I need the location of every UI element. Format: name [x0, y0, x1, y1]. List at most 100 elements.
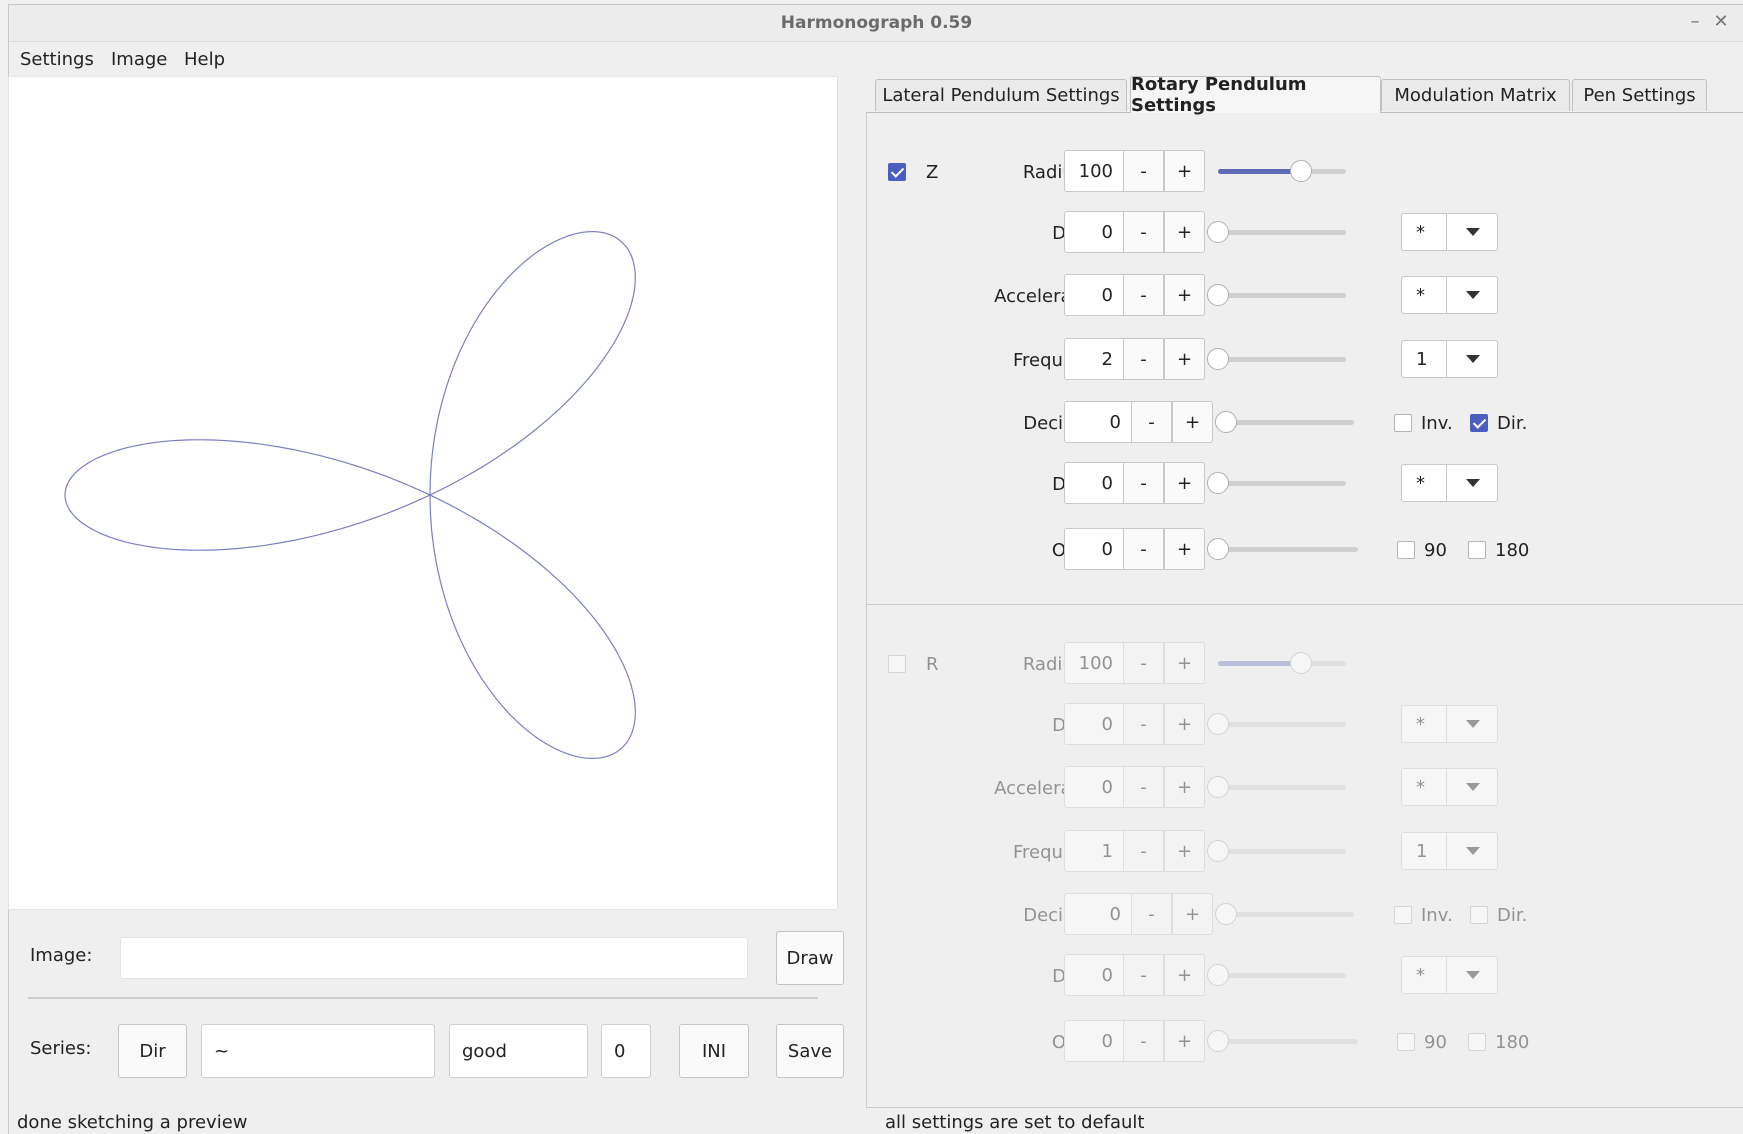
increment-button[interactable]: + — [1164, 211, 1205, 253]
increment-button[interactable]: + — [1164, 338, 1205, 380]
decrement-button[interactable]: - — [1123, 642, 1164, 684]
chevron-down-icon[interactable] — [1446, 833, 1499, 869]
decrement-button[interactable]: - — [1123, 1020, 1164, 1062]
value-field-acceleration[interactable]: 0 — [1064, 274, 1124, 316]
dir-checkbox[interactable] — [1470, 906, 1488, 924]
chevron-down-icon[interactable] — [1446, 957, 1499, 993]
increment-button[interactable]: + — [1164, 150, 1205, 192]
decrement-button[interactable]: - — [1123, 830, 1164, 872]
value-field-frequency[interactable]: 2 — [1064, 338, 1124, 380]
value-field-radius[interactable]: 100 — [1064, 642, 1124, 684]
slider-damp2[interactable] — [1207, 472, 1346, 494]
increment-button[interactable]: + — [1164, 766, 1205, 808]
slider-handle[interactable] — [1290, 160, 1312, 182]
inv-checkbox[interactable] — [1394, 414, 1412, 432]
chevron-down-icon[interactable] — [1446, 465, 1499, 501]
chevron-down-icon[interactable] — [1446, 769, 1499, 805]
increment-button[interactable]: + — [1164, 703, 1205, 745]
slider-frequency[interactable] — [1207, 348, 1346, 370]
decrement-button[interactable]: - — [1131, 893, 1172, 935]
menu-settings[interactable]: Settings — [20, 49, 94, 70]
slider-offset[interactable] — [1207, 538, 1358, 560]
dir-checkbox[interactable] — [1470, 414, 1488, 432]
slider-frequency[interactable] — [1207, 840, 1346, 862]
value-field-damp[interactable]: 0 — [1064, 211, 1124, 253]
slider-acceleration[interactable] — [1207, 776, 1346, 798]
ini-button[interactable]: INI — [679, 1024, 749, 1078]
enable-checkbox[interactable] — [888, 163, 906, 181]
slider-handle[interactable] — [1207, 221, 1229, 243]
increment-button[interactable]: + — [1164, 642, 1205, 684]
slider-offset[interactable] — [1207, 1030, 1358, 1052]
offset-90-checkbox[interactable] — [1397, 541, 1415, 559]
save-button[interactable]: Save — [776, 1024, 844, 1078]
chevron-down-icon[interactable] — [1446, 277, 1499, 313]
slider-radius[interactable] — [1218, 652, 1346, 674]
slider-radius[interactable] — [1218, 160, 1346, 182]
mode-dropdown-acceleration[interactable]: * — [1401, 768, 1498, 806]
slider-acceleration[interactable] — [1207, 284, 1346, 306]
slider-handle[interactable] — [1215, 903, 1237, 925]
series-index-input[interactable]: 0 — [601, 1024, 651, 1078]
slider-handle[interactable] — [1207, 348, 1229, 370]
slider-handle[interactable] — [1207, 964, 1229, 986]
slider-handle[interactable] — [1207, 713, 1229, 735]
mode-dropdown-damp[interactable]: * — [1401, 705, 1498, 743]
decrement-button[interactable]: - — [1123, 274, 1164, 316]
value-field-offset[interactable]: 0 — [1064, 1020, 1124, 1062]
slider-handle[interactable] — [1207, 1030, 1229, 1052]
value-field-acceleration[interactable]: 0 — [1064, 766, 1124, 808]
mode-dropdown-frequency[interactable]: 1 — [1401, 340, 1498, 378]
value-field-decimals[interactable]: 0 — [1064, 401, 1132, 443]
increment-button[interactable]: + — [1164, 528, 1205, 570]
tab-rotary-pendulum[interactable]: Rotary Pendulum Settings — [1130, 74, 1381, 116]
decrement-button[interactable]: - — [1123, 211, 1164, 253]
offset-90-checkbox[interactable] — [1397, 1033, 1415, 1051]
minimize-icon[interactable]: – — [1684, 11, 1706, 32]
menu-help[interactable]: Help — [184, 49, 225, 70]
value-field-radius[interactable]: 100 — [1064, 150, 1124, 192]
decrement-button[interactable]: - — [1123, 703, 1164, 745]
offset-180-checkbox[interactable] — [1468, 1033, 1486, 1051]
decrement-button[interactable]: - — [1123, 338, 1164, 380]
decrement-button[interactable]: - — [1123, 954, 1164, 996]
mode-dropdown-frequency[interactable]: 1 — [1401, 832, 1498, 870]
chevron-down-icon[interactable] — [1446, 214, 1499, 250]
slider-decimals[interactable] — [1215, 411, 1354, 433]
value-field-damp2[interactable]: 0 — [1064, 462, 1124, 504]
increment-button[interactable]: + — [1164, 830, 1205, 872]
inv-checkbox[interactable] — [1394, 906, 1412, 924]
decrement-button[interactable]: - — [1123, 528, 1164, 570]
decrement-button[interactable]: - — [1131, 401, 1172, 443]
preview-canvas[interactable] — [8, 76, 838, 910]
slider-handle[interactable] — [1207, 776, 1229, 798]
image-input[interactable] — [120, 937, 748, 979]
increment-button[interactable]: + — [1164, 954, 1205, 996]
increment-button[interactable]: + — [1172, 401, 1213, 443]
slider-handle[interactable] — [1290, 652, 1312, 674]
tab-lateral-pendulum[interactable]: Lateral Pendulum Settings — [875, 79, 1127, 111]
decrement-button[interactable]: - — [1123, 150, 1164, 192]
value-field-frequency[interactable]: 1 — [1064, 830, 1124, 872]
chevron-down-icon[interactable] — [1446, 706, 1499, 742]
slider-handle[interactable] — [1207, 538, 1229, 560]
increment-button[interactable]: + — [1164, 274, 1205, 316]
close-icon[interactable]: ✕ — [1710, 11, 1732, 32]
slider-damp[interactable] — [1207, 221, 1346, 243]
chevron-down-icon[interactable] — [1446, 341, 1499, 377]
mode-dropdown-acceleration[interactable]: * — [1401, 276, 1498, 314]
increment-button[interactable]: + — [1172, 893, 1213, 935]
series-path-input[interactable]: ~ — [201, 1024, 435, 1078]
decrement-button[interactable]: - — [1123, 766, 1164, 808]
tab-pen-settings[interactable]: Pen Settings — [1572, 79, 1707, 111]
increment-button[interactable]: + — [1164, 462, 1205, 504]
slider-handle[interactable] — [1207, 284, 1229, 306]
slider-handle[interactable] — [1207, 472, 1229, 494]
value-field-offset[interactable]: 0 — [1064, 528, 1124, 570]
slider-decimals[interactable] — [1215, 903, 1354, 925]
value-field-damp2[interactable]: 0 — [1064, 954, 1124, 996]
value-field-decimals[interactable]: 0 — [1064, 893, 1132, 935]
slider-damp[interactable] — [1207, 713, 1346, 735]
slider-handle[interactable] — [1207, 840, 1229, 862]
mode-dropdown-damp2[interactable]: * — [1401, 956, 1498, 994]
